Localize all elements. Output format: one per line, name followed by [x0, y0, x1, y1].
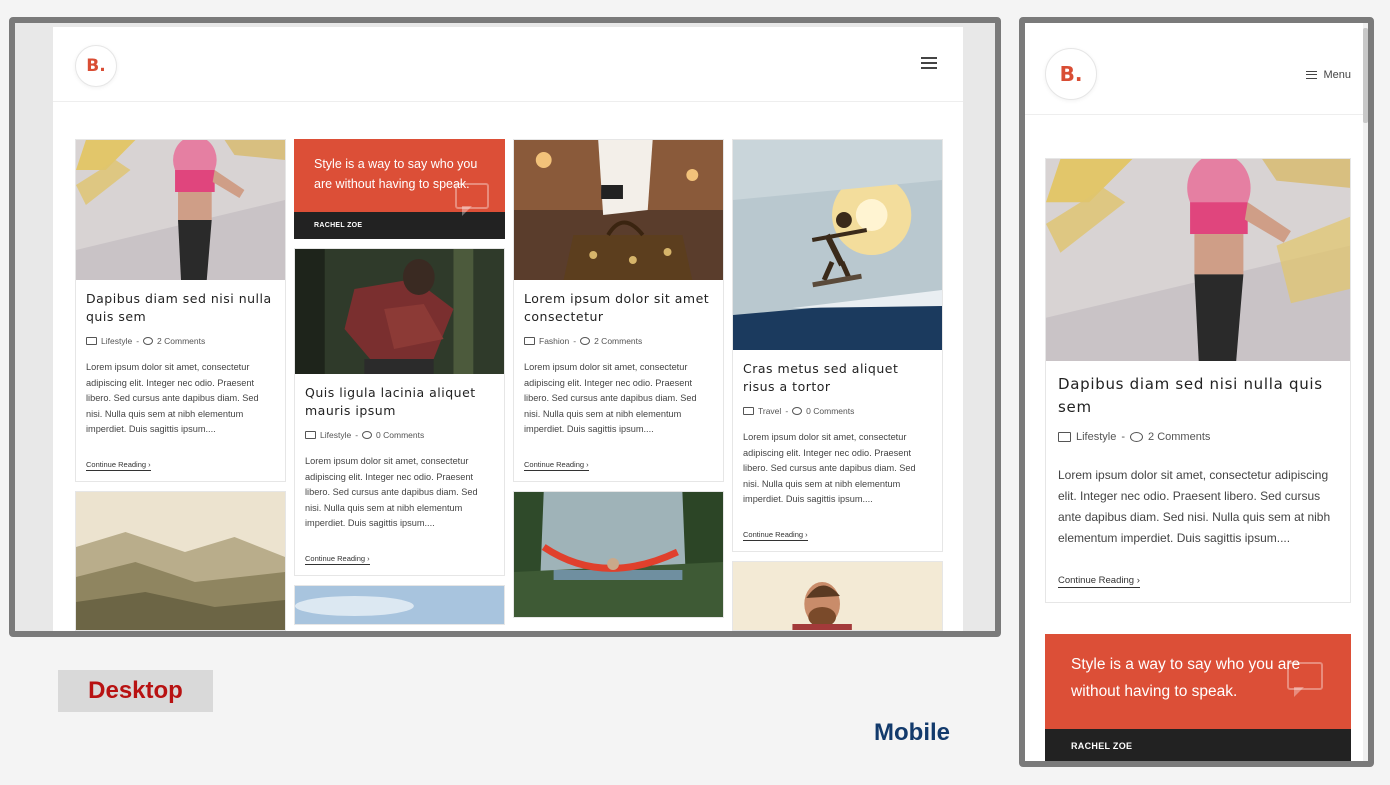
grid-column-2: Style is a way to say who you are withou…	[294, 139, 505, 631]
post-meta: Travel - 0 Comments	[743, 406, 932, 416]
meta-separator: -	[1121, 431, 1126, 443]
mobile-label: Mobile	[799, 712, 995, 754]
desktop-preview-frame: B. Dapibus diam sed nisi nulla quis sem …	[9, 17, 1001, 637]
mobile-scrollbar[interactable]	[1363, 23, 1368, 761]
continue-reading-link[interactable]: Continue Reading ›	[1058, 575, 1140, 588]
post-thumbnail-fitness[interactable]	[1046, 159, 1350, 361]
mobile-site: B. Menu Dapibus diam sed nisi nulla quis…	[1025, 23, 1363, 761]
post-title[interactable]: Quis ligula lacinia aliquet mauris ipsum	[305, 384, 494, 420]
post-title[interactable]: Dapibus diam sed nisi nulla quis sem	[1058, 373, 1338, 419]
post-card: Dapibus diam sed nisi nulla quis sem Lif…	[75, 139, 286, 482]
post-meta: Lifestyle - 2 Comments	[1058, 431, 1338, 443]
folder-icon	[86, 337, 97, 345]
scrollbar-thumb[interactable]	[1363, 28, 1368, 123]
post-comments[interactable]: 2 Comments	[157, 336, 205, 346]
post-thumbnail-forest[interactable]	[295, 249, 504, 374]
post-thumbnail-fashion[interactable]	[514, 140, 723, 280]
post-category[interactable]: Travel	[758, 406, 781, 416]
post-category[interactable]: Lifestyle	[320, 430, 351, 440]
post-category[interactable]: Lifestyle	[101, 336, 132, 346]
post-meta: Lifestyle - 2 Comments	[86, 336, 275, 346]
post-thumbnail-mountains[interactable]	[76, 491, 285, 631]
post-card: Dapibus diam sed nisi nulla quis sem Lif…	[1045, 158, 1351, 603]
post-excerpt: Lorem ipsum dolor sit amet, consectetur …	[305, 456, 478, 528]
post-comments[interactable]: 0 Comments	[376, 430, 424, 440]
comment-icon	[792, 407, 803, 415]
post-category[interactable]: Lifestyle	[1076, 431, 1116, 443]
post-thumbnail-hammock[interactable]	[514, 491, 723, 617]
quote-text: Style is a way to say who you are withou…	[314, 157, 478, 191]
continue-reading-link[interactable]: Continue Reading ›	[743, 530, 808, 541]
post-card: Lorem ipsum dolor sit amet consectetur F…	[513, 139, 724, 482]
post-excerpt: Lorem ipsum dolor sit amet, consectetur …	[1058, 468, 1331, 545]
post-thumbnail-surf[interactable]	[733, 140, 942, 350]
post-excerpt: Lorem ipsum dolor sit amet, consectetur …	[524, 362, 697, 434]
post-meta: Fashion - 2 Comments	[524, 336, 713, 346]
folder-icon	[1058, 432, 1071, 442]
menu-label: Menu	[1323, 69, 1351, 81]
post-card	[294, 584, 505, 625]
meta-separator: -	[136, 336, 140, 346]
post-excerpt: Lorem ipsum dolor sit amet, consectetur …	[743, 432, 916, 504]
comment-icon	[1130, 432, 1144, 442]
folder-icon	[305, 431, 316, 439]
post-title[interactable]: Dapibus diam sed nisi nulla quis sem	[86, 290, 275, 326]
hamburger-icon	[1306, 71, 1318, 79]
site-logo[interactable]: B.	[1045, 48, 1097, 100]
post-meta: Lifestyle - 0 Comments	[305, 430, 494, 440]
quote-author: RACHEL ZOE	[1045, 729, 1351, 761]
mobile-preview-frame: B. Menu Dapibus diam sed nisi nulla quis…	[1019, 17, 1374, 767]
post-card: Cras metus sed aliquet risus a tortor Tr…	[732, 139, 943, 552]
post-category[interactable]: Fashion	[539, 336, 569, 346]
meta-separator: -	[573, 336, 577, 346]
comment-icon	[143, 337, 154, 345]
comment-icon	[580, 337, 591, 345]
site-header: B.	[53, 27, 963, 102]
post-thumbnail-sky[interactable]	[295, 585, 504, 625]
folder-icon	[743, 407, 754, 415]
grid-column-4: Cras metus sed aliquet risus a tortor Tr…	[732, 139, 943, 631]
post-comments[interactable]: 2 Comments	[1148, 431, 1210, 443]
post-excerpt: Lorem ipsum dolor sit amet, consectetur …	[86, 362, 259, 434]
mobile-header: B. Menu	[1025, 23, 1363, 115]
post-thumbnail-fitness[interactable]	[76, 140, 285, 280]
post-comments[interactable]: 0 Comments	[806, 406, 854, 416]
quote-text: Style is a way to say who you are withou…	[1071, 656, 1301, 700]
desktop-site: B. Dapibus diam sed nisi nulla quis sem …	[53, 27, 963, 631]
continue-reading-link[interactable]: Continue Reading ›	[305, 554, 370, 565]
post-card: Quis ligula lacinia aliquet mauris ipsum…	[294, 248, 505, 576]
post-thumbnail-portrait[interactable]	[733, 561, 942, 631]
folder-icon	[524, 337, 535, 345]
quote-card: Style is a way to say who you are withou…	[1045, 634, 1351, 761]
comment-icon	[362, 431, 373, 439]
grid-column-1: Dapibus diam sed nisi nulla quis sem Lif…	[75, 139, 286, 631]
post-card	[732, 560, 943, 631]
meta-separator: -	[355, 430, 359, 440]
continue-reading-link[interactable]: Continue Reading ›	[86, 460, 151, 471]
quote-card: Style is a way to say who you are withou…	[294, 139, 505, 239]
post-card	[75, 490, 286, 631]
post-comments[interactable]: 2 Comments	[594, 336, 642, 346]
post-title[interactable]: Cras metus sed aliquet risus a tortor	[743, 360, 932, 396]
hamburger-icon[interactable]	[921, 57, 937, 69]
site-logo[interactable]: B.	[75, 45, 117, 87]
mobile-menu-toggle[interactable]: Menu	[1306, 69, 1351, 81]
post-card	[513, 490, 724, 618]
quote-author: RACHEL ZOE	[294, 212, 505, 239]
desktop-label: Desktop	[58, 670, 213, 712]
meta-separator: -	[785, 406, 789, 416]
grid-column-3: Lorem ipsum dolor sit amet consectetur F…	[513, 139, 724, 627]
continue-reading-link[interactable]: Continue Reading ›	[524, 460, 589, 471]
post-title[interactable]: Lorem ipsum dolor sit amet consectetur	[524, 290, 713, 326]
